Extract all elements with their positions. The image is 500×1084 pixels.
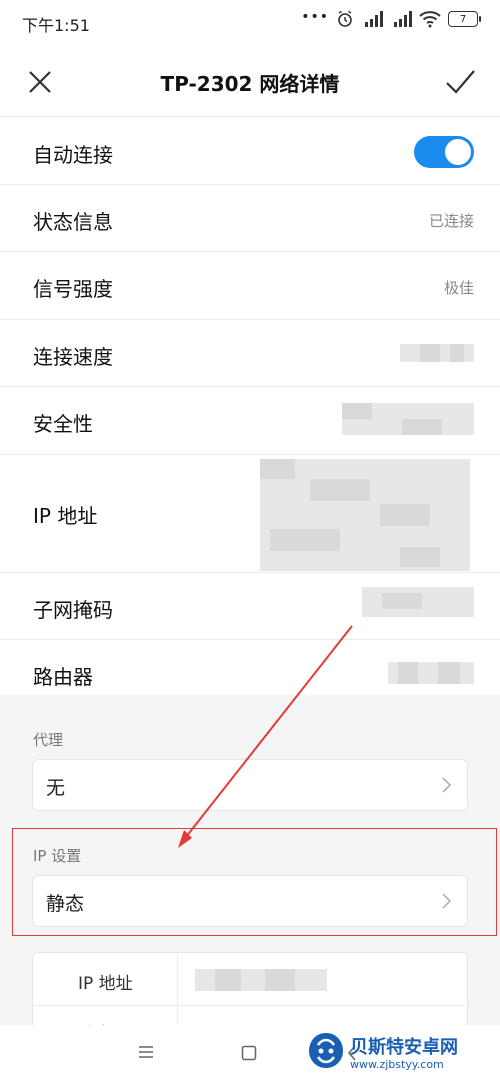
home-icon[interactable] xyxy=(241,1045,257,1061)
proxy-value: 无 xyxy=(46,777,66,799)
table-row-line xyxy=(33,1005,467,1006)
toggle-knob xyxy=(445,139,471,165)
row-auto-connect: 自动连接 xyxy=(0,116,500,184)
proxy-section-label: 代理 xyxy=(33,731,64,749)
more-dots-icon: ••• xyxy=(301,9,329,25)
speed-value-redacted xyxy=(400,344,474,362)
app-header: TP-2302 网络详情 xyxy=(0,50,500,112)
subnet-label: 子网掩码 xyxy=(33,598,113,622)
static-ip-input-redacted[interactable] xyxy=(195,969,327,991)
status-icons: ••• 7 xyxy=(301,9,481,28)
chevron-right-icon xyxy=(442,777,452,793)
row-ip: IP 地址 xyxy=(0,454,500,572)
auto-connect-label: 自动连接 xyxy=(33,143,113,167)
status-time: 下午1:51 xyxy=(22,16,90,35)
battery-icon: 7 xyxy=(448,11,481,27)
wifi-icon xyxy=(419,11,441,28)
signal-label: 信号强度 xyxy=(33,277,113,301)
signal-hd-icon-2 xyxy=(394,11,412,27)
network-detail-list: 自动连接 状态信息 已连接 信号强度 极佳 连接速度 安全性 IP 地址 子网掩… xyxy=(0,116,500,706)
alarm-icon xyxy=(338,10,352,27)
signal-value: 极佳 xyxy=(443,279,474,297)
row-status-info: 状态信息 已连接 xyxy=(0,184,500,251)
security-value-redacted xyxy=(342,403,474,435)
ip-label: IP 地址 xyxy=(33,504,98,528)
row-subnet: 子网掩码 xyxy=(0,572,500,639)
confirm-check-icon[interactable] xyxy=(442,64,478,100)
watermark-logo-icon xyxy=(309,1033,343,1068)
subnet-value-redacted xyxy=(362,587,474,617)
status-bar: 下午1:51 ••• 7 xyxy=(0,0,500,44)
site-watermark: 贝斯特安卓网 www.zjbstyy.com xyxy=(300,1027,490,1077)
menu-icon[interactable] xyxy=(138,1045,154,1059)
status-info-value: 已连接 xyxy=(428,212,474,230)
static-ip-label: IP 地址 xyxy=(78,974,133,994)
proxy-select[interactable]: 无 xyxy=(32,759,468,811)
row-security: 安全性 xyxy=(0,386,500,454)
annotation-highlight-box xyxy=(12,828,497,936)
watermark-name: 贝斯特安卓网 xyxy=(350,1037,458,1058)
row-signal: 信号强度 极佳 xyxy=(0,251,500,319)
speed-label: 连接速度 xyxy=(33,345,113,369)
security-label: 安全性 xyxy=(33,412,93,436)
router-label: 路由器 xyxy=(33,665,93,689)
ip-value-redacted xyxy=(260,459,470,571)
status-info-label: 状态信息 xyxy=(33,210,113,234)
page-title: TP-2302 网络详情 xyxy=(160,72,340,96)
auto-connect-toggle[interactable] xyxy=(414,136,474,168)
router-value-redacted xyxy=(388,662,474,684)
row-speed: 连接速度 xyxy=(0,319,500,386)
signal-hd-icon xyxy=(365,11,383,27)
watermark-url: www.zjbstyy.com xyxy=(350,1058,444,1071)
